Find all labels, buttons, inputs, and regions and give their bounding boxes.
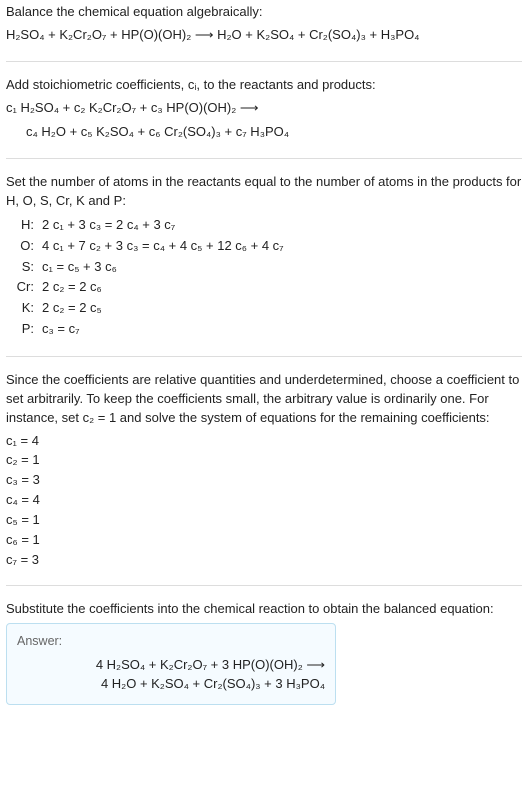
- atom-eq: c₁ = c₅ + 3 c₆: [38, 257, 288, 278]
- table-row: S: c₁ = c₅ + 3 c₆: [6, 257, 288, 278]
- table-row: P: c₃ = c₇: [6, 319, 288, 340]
- coef-line: c₃ = 3: [6, 471, 522, 490]
- stoich-equation-line1: c₁ H₂SO₄ + c₂ K₂Cr₂O₇ + c₃ HP(O)(OH)₂ ⟶: [6, 99, 522, 118]
- divider-3: [6, 356, 522, 357]
- atoms-intro: Set the number of atoms in the reactants…: [6, 173, 522, 211]
- divider-4: [6, 585, 522, 586]
- table-row: K: 2 c₂ = 2 c₅: [6, 298, 288, 319]
- divider-2: [6, 158, 522, 159]
- subst-text: Substitute the coefficients into the che…: [6, 600, 522, 619]
- atom-label: K:: [6, 298, 38, 319]
- atom-label: Cr:: [6, 277, 38, 298]
- table-row: H: 2 c₁ + 3 c₃ = 2 c₄ + 3 c₇: [6, 215, 288, 236]
- atom-label: O:: [6, 236, 38, 257]
- intro-text: Balance the chemical equation algebraica…: [6, 3, 522, 22]
- coef-line: c₆ = 1: [6, 531, 522, 550]
- coef-line: c₁ = 4: [6, 432, 522, 451]
- answer-equation-line2: 4 H₂O + K₂SO₄ + Cr₂(SO₄)₃ + 3 H₃PO₄: [17, 675, 325, 694]
- coef-line: c₅ = 1: [6, 511, 522, 530]
- atom-label: P:: [6, 319, 38, 340]
- answer-equation-line1: 4 H₂SO₄ + K₂Cr₂O₇ + 3 HP(O)(OH)₂ ⟶: [17, 656, 325, 675]
- atom-eq: 2 c₂ = 2 c₅: [38, 298, 288, 319]
- coef-line: c₄ = 4: [6, 491, 522, 510]
- stoich-intro: Add stoichiometric coefficients, cᵢ, to …: [6, 76, 522, 95]
- coef-line: c₂ = 1: [6, 451, 522, 470]
- stoich-equation-line2: c₄ H₂O + c₅ K₂SO₄ + c₆ Cr₂(SO₄)₃ + c₇ H₃…: [6, 123, 522, 142]
- table-row: O: 4 c₁ + 7 c₂ + 3 c₃ = c₄ + 4 c₅ + 12 c…: [6, 236, 288, 257]
- answer-box: Answer: 4 H₂SO₄ + K₂Cr₂O₇ + 3 HP(O)(OH)₂…: [6, 623, 336, 705]
- atom-eq: 4 c₁ + 7 c₂ + 3 c₃ = c₄ + 4 c₅ + 12 c₆ +…: [38, 236, 288, 257]
- divider-1: [6, 61, 522, 62]
- answer-label: Answer:: [17, 632, 325, 650]
- atom-eq: 2 c₁ + 3 c₃ = 2 c₄ + 3 c₇: [38, 215, 288, 236]
- table-row: Cr: 2 c₂ = 2 c₆: [6, 277, 288, 298]
- atom-eq: c₃ = c₇: [38, 319, 288, 340]
- atom-label: H:: [6, 215, 38, 236]
- coef-line: c₇ = 3: [6, 551, 522, 570]
- unbalanced-equation: H₂SO₄ + K₂Cr₂O₇ + HP(O)(OH)₂ ⟶ H₂O + K₂S…: [6, 26, 522, 45]
- atom-eq: 2 c₂ = 2 c₆: [38, 277, 288, 298]
- atom-label: S:: [6, 257, 38, 278]
- atoms-table: H: 2 c₁ + 3 c₃ = 2 c₄ + 3 c₇ O: 4 c₁ + 7…: [6, 215, 288, 340]
- choose-text: Since the coefficients are relative quan…: [6, 371, 522, 428]
